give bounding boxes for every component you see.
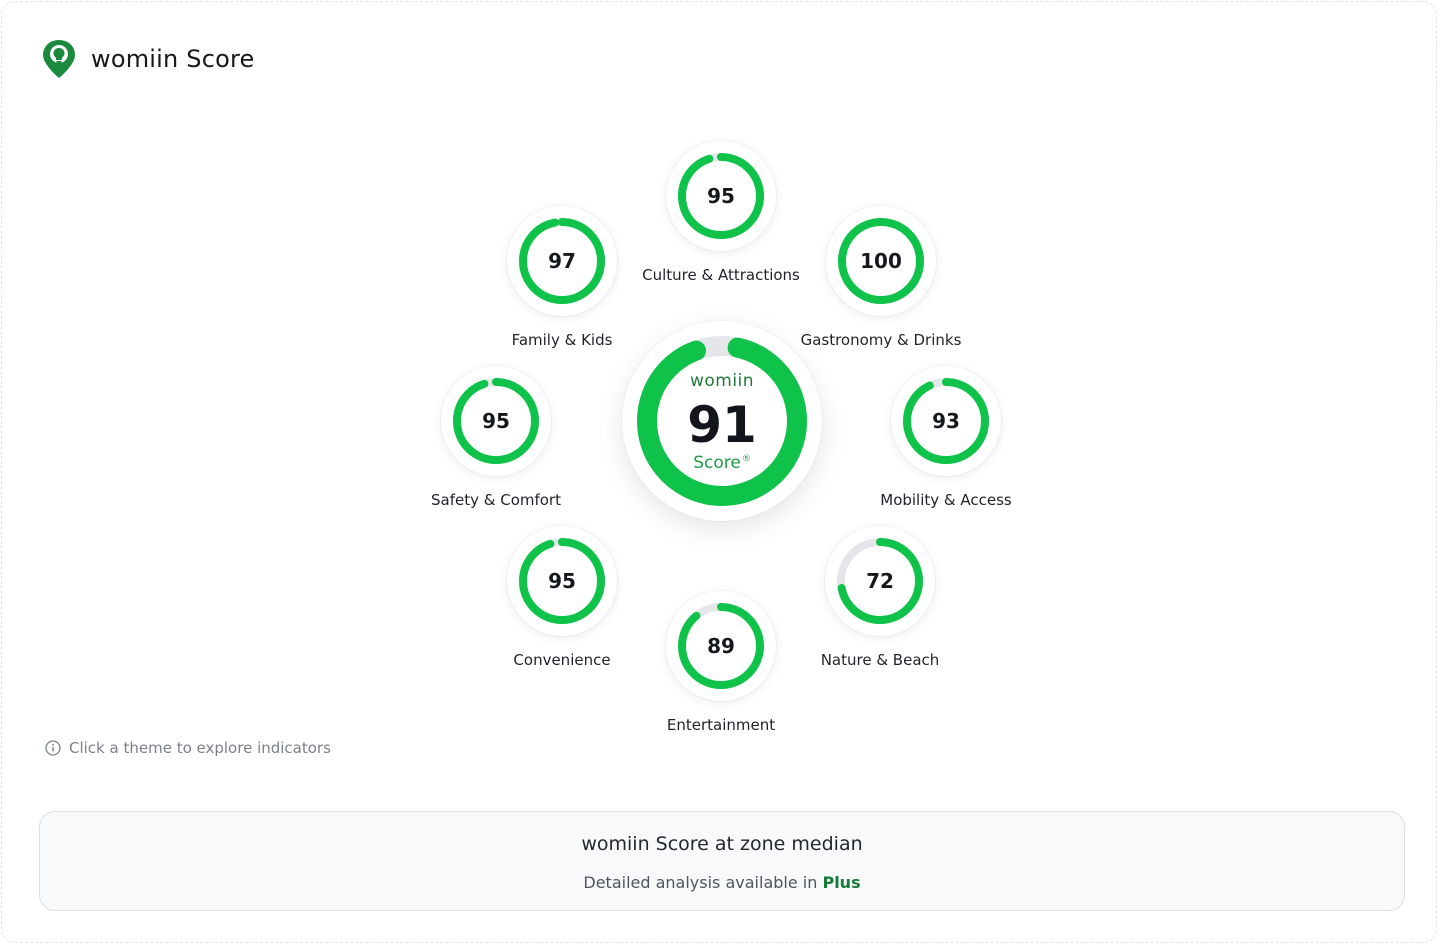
zone-median-title: womiin Score at zone median xyxy=(581,833,863,855)
theme-label: Safety & Comfort xyxy=(431,491,561,509)
score-panel: womiin Score 95 Culture & Attractions 100 G… xyxy=(1,1,1437,943)
overall-score-brand: womiin xyxy=(689,371,755,391)
zone-median-card: womiin Score at zone median Detailed ana… xyxy=(39,811,1405,911)
brand-title: womiin Score xyxy=(91,45,255,73)
theme-mobility-access[interactable]: 93 Mobility & Access xyxy=(826,366,1066,546)
registered-mark: ® xyxy=(741,454,751,464)
zone-median-subtitle-text: Detailed analysis available in xyxy=(583,873,818,892)
plus-link[interactable]: Plus xyxy=(822,873,860,892)
theme-label: Convenience xyxy=(513,651,611,669)
theme-score-value: 72 xyxy=(866,569,894,593)
theme-score-value: 93 xyxy=(932,409,960,433)
theme-label: Mobility & Access xyxy=(880,491,1012,509)
zone-median-subtitle: Detailed analysis available in Plus xyxy=(40,873,1404,892)
explore-hint: Click a theme to explore indicators xyxy=(45,739,331,757)
theme-convenience[interactable]: 95 Convenience xyxy=(442,526,682,706)
theme-safety-comfort[interactable]: 95 Safety & Comfort xyxy=(376,366,616,546)
theme-score-value: 97 xyxy=(548,249,576,273)
explore-hint-text: Click a theme to explore indicators xyxy=(69,739,331,757)
theme-score-value: 89 xyxy=(707,634,735,658)
overall-score-gauge: womiin 91 Score® xyxy=(622,321,822,521)
info-icon xyxy=(45,740,61,756)
theme-score-value: 100 xyxy=(860,249,902,273)
overall-score-label: Score® xyxy=(622,453,822,473)
overall-score-text: Score xyxy=(693,453,741,473)
location-bulb-icon xyxy=(43,40,75,78)
overall-score-value: 91 xyxy=(687,396,757,454)
brand-header: womiin Score xyxy=(40,38,255,80)
theme-label: Entertainment xyxy=(666,716,776,734)
theme-score-value: 95 xyxy=(707,184,735,208)
